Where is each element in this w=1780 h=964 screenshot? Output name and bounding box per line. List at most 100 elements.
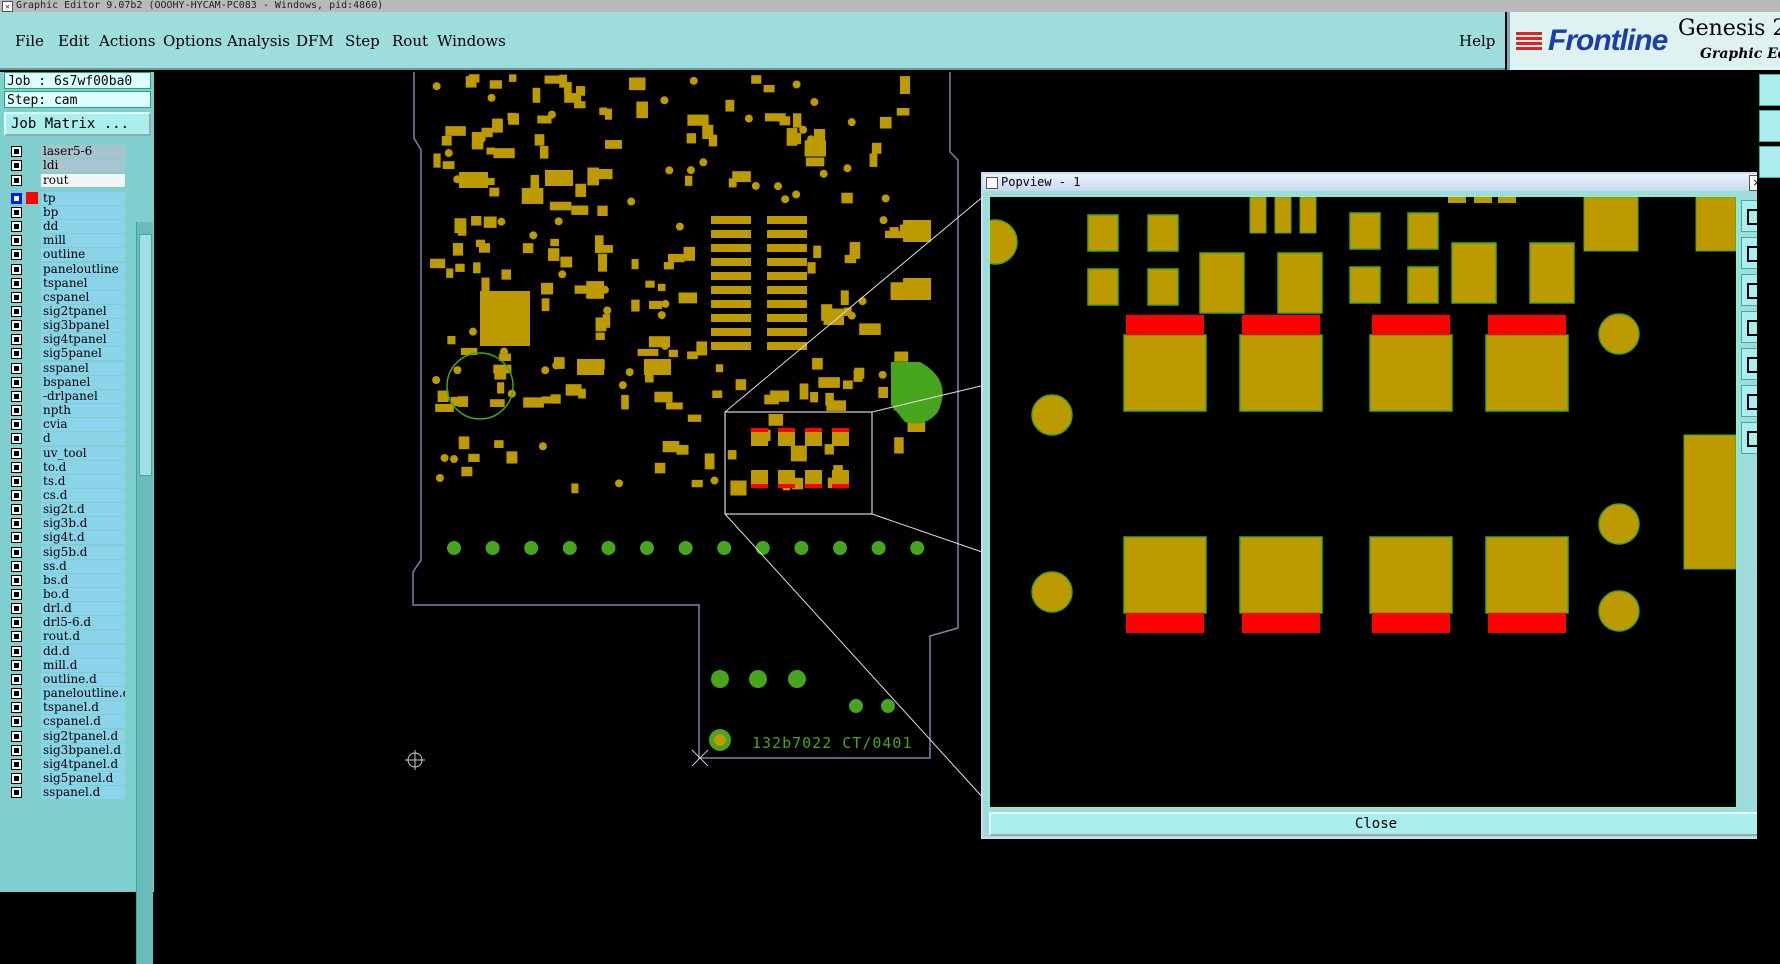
layer-name[interactable]: d: [41, 432, 125, 446]
menu-help[interactable]: Help: [1459, 32, 1495, 50]
layer-row-sspanel[interactable]: sspanel: [4, 361, 125, 376]
layer-row-cspanel-d[interactable]: cspanel.d: [4, 714, 125, 729]
layer-checkbox[interactable]: [11, 249, 22, 261]
layer-checkbox[interactable]: [11, 475, 22, 487]
layer-checkbox[interactable]: [11, 730, 22, 742]
layer-name[interactable]: laser5-6: [41, 145, 125, 159]
layer-checkbox[interactable]: [11, 235, 22, 247]
layer-checkbox[interactable]: [11, 461, 22, 473]
close-button[interactable]: Close: [989, 812, 1763, 836]
layer-row-bspanel[interactable]: bspanel: [4, 375, 125, 390]
layer-name[interactable]: sig5panel: [41, 347, 125, 361]
layer-row-sig5panel-d[interactable]: sig5panel.d: [4, 771, 125, 786]
layer-name[interactable]: drl.d: [41, 602, 125, 616]
layer-row-to-d[interactable]: to.d: [4, 460, 125, 475]
layer-checkbox[interactable]: [11, 702, 22, 714]
layer-row-sig3bpanel-d[interactable]: sig3bpanel.d: [4, 743, 125, 758]
layer-checkbox[interactable]: [11, 518, 22, 530]
layer-checkbox[interactable]: [11, 659, 22, 671]
layer-name[interactable]: outline: [41, 248, 125, 262]
layer-name[interactable]: cvia: [41, 418, 125, 432]
layer-name[interactable]: to.d: [41, 460, 125, 474]
menu-file[interactable]: File: [15, 32, 44, 50]
menu-options[interactable]: Options: [163, 32, 222, 50]
layer-name[interactable]: sig3bpanel.d: [41, 743, 125, 757]
layer-checkbox[interactable]: [11, 447, 22, 459]
layer-row-sig4tpanel[interactable]: sig4tpanel: [4, 332, 125, 347]
layer-name[interactable]: tspanel: [41, 276, 125, 290]
layer-checkbox[interactable]: [11, 546, 22, 558]
layer-name[interactable]: dd.d: [41, 644, 125, 658]
layer-checkbox[interactable]: [11, 263, 22, 275]
layer-name[interactable]: ss.d: [41, 559, 125, 573]
layer-checkbox[interactable]: [11, 645, 22, 657]
layer-name[interactable]: sig3b.d: [41, 517, 125, 531]
layer-name[interactable]: rout: [41, 173, 125, 187]
tool-2-icon[interactable]: [1759, 110, 1780, 142]
layer-name[interactable]: sig2tpanel: [41, 305, 125, 318]
layer-name[interactable]: paneloutline: [41, 262, 125, 276]
layer-checkbox[interactable]: [11, 758, 22, 770]
menu-step[interactable]: Step: [345, 32, 380, 50]
layer-row-sig5panel[interactable]: sig5panel: [4, 346, 125, 361]
layer-row-sig5b-d[interactable]: sig5b.d: [4, 545, 125, 560]
layer-row-paneloutline-d[interactable]: paneloutline.d: [4, 686, 125, 701]
layer-name[interactable]: rout.d: [41, 630, 125, 644]
layer-checkbox[interactable]: [11, 174, 22, 186]
layer-checkbox[interactable]: [11, 291, 22, 303]
layer-row--drlpanel[interactable]: -drlpanel: [4, 389, 125, 404]
layer-name[interactable]: dd: [41, 220, 125, 234]
layer-row-cspanel[interactable]: cspanel: [4, 290, 125, 305]
layer-checkbox[interactable]: [11, 433, 22, 445]
layer-name[interactable]: npth: [41, 404, 125, 418]
layer-scrollbar[interactable]: [136, 222, 153, 964]
layer-name[interactable]: bo.d: [41, 588, 125, 601]
menu-windows[interactable]: Windows: [437, 32, 506, 50]
layer-row-dd-d[interactable]: dd.d: [4, 644, 125, 659]
layer-row-uv-tool[interactable]: uv_tool: [4, 446, 125, 461]
layer-checkbox[interactable]: [11, 206, 22, 218]
layer-name[interactable]: cspanel.d: [41, 715, 125, 729]
layer-name[interactable]: bs.d: [41, 573, 125, 587]
layer-row-paneloutline[interactable]: paneloutline: [4, 262, 125, 277]
layer-checkbox[interactable]: [11, 376, 22, 388]
layer-name[interactable]: bp: [41, 205, 125, 219]
layer-checkbox[interactable]: [11, 334, 22, 346]
layer-checkbox[interactable]: [11, 688, 22, 700]
layer-row-bp[interactable]: bp: [4, 205, 125, 220]
layer-row-outline[interactable]: outline: [4, 247, 125, 262]
layer-checkbox[interactable]: [11, 390, 22, 402]
layer-row-rout[interactable]: rout: [4, 173, 125, 188]
tool-1-icon[interactable]: [1759, 74, 1780, 106]
layer-checkbox[interactable]: [11, 744, 22, 756]
layer-checkbox[interactable]: [11, 192, 22, 204]
menu-dfm[interactable]: DFM: [296, 32, 334, 50]
layer-row-sig3bpanel[interactable]: sig3bpanel: [4, 318, 125, 333]
layer-row-mill[interactable]: mill: [4, 233, 125, 248]
layer-row-ldi[interactable]: ldi: [4, 158, 125, 173]
layer-row-dd[interactable]: dd: [4, 219, 125, 234]
layer-name[interactable]: outline.d: [41, 672, 125, 686]
layer-row-mill-d[interactable]: mill.d: [4, 658, 125, 673]
layer-checkbox[interactable]: [11, 589, 22, 600]
layer-checkbox[interactable]: [11, 673, 22, 685]
menu-edit[interactable]: Edit: [58, 32, 89, 50]
job-matrix-button[interactable]: Job Matrix ...: [4, 112, 151, 136]
layer-row-bo-d[interactable]: bo.d: [4, 587, 125, 602]
layer-checkbox[interactable]: [11, 603, 22, 615]
layer-row-drl5-6-d[interactable]: drl5-6.d: [4, 615, 125, 630]
layer-name[interactable]: sig2t.d: [41, 503, 125, 517]
layer-checkbox[interactable]: [11, 489, 22, 501]
layer-checkbox[interactable]: [11, 348, 22, 360]
layer-name[interactable]: mill: [41, 234, 125, 248]
layer-name[interactable]: sig2tpanel.d: [41, 729, 125, 743]
layer-checkbox[interactable]: [11, 560, 22, 572]
layer-name[interactable]: sig4tpanel.d: [41, 757, 125, 771]
layer-checkbox[interactable]: [11, 631, 22, 643]
layer-row-rout-d[interactable]: rout.d: [4, 629, 125, 644]
layer-name[interactable]: sig5panel.d: [41, 771, 125, 785]
layer-name[interactable]: cspanel: [41, 290, 125, 304]
layer-name[interactable]: ldi: [41, 159, 125, 173]
layer-name[interactable]: cs.d: [41, 488, 125, 502]
layer-row-d[interactable]: d: [4, 431, 125, 446]
